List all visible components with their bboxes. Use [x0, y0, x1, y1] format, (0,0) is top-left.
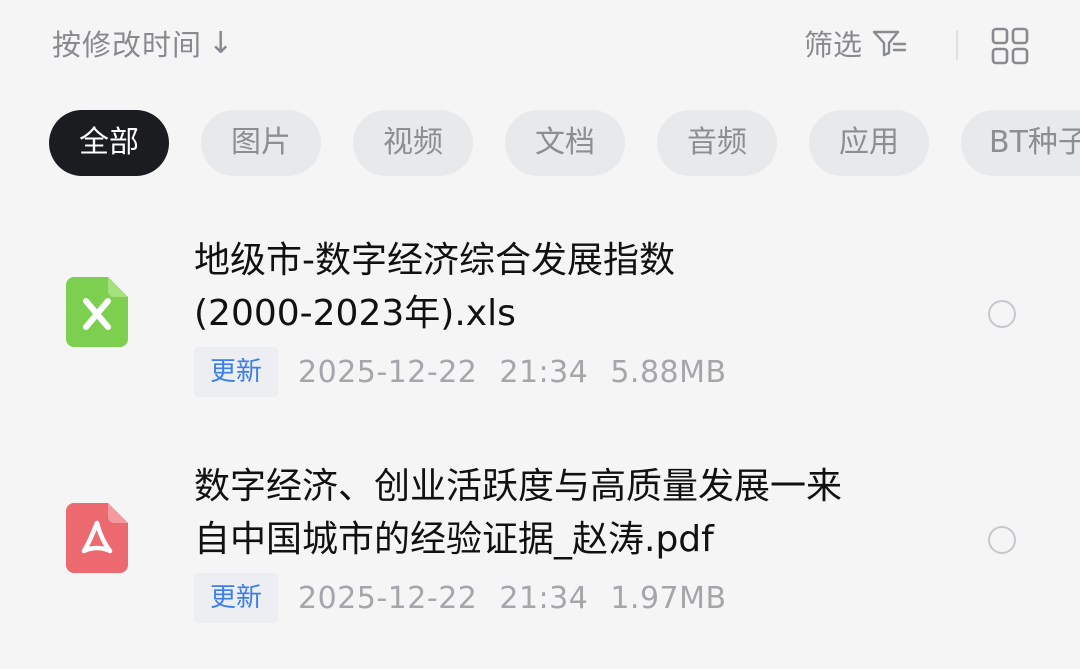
grid-view-button[interactable] — [990, 26, 1030, 66]
excel-file-icon — [66, 277, 128, 347]
tab-documents[interactable]: 文档 — [505, 110, 625, 176]
filter-icon — [872, 30, 907, 57]
file-name-line1: 地级市-数字经济综合发展指数 — [194, 240, 675, 281]
tab-audio[interactable]: 音频 — [657, 110, 777, 176]
select-radio[interactable] — [988, 526, 1016, 554]
file-meta: 更新 2025-12-22 21:34 1.97MB — [194, 573, 727, 623]
file-list-item[interactable]: 数字经济、创业活跃度与高质量发展一来 自中国城市的经验证据_赵涛.pdf 更新 … — [0, 446, 1080, 646]
file-list-item[interactable]: 地级市-数字经济综合发展指数 (2000-2023年).xls 更新 2025-… — [0, 220, 1080, 420]
tab-images[interactable]: 图片 — [201, 110, 321, 176]
update-badge: 更新 — [194, 573, 279, 623]
file-time: 21:34 — [499, 580, 589, 616]
tab-all[interactable]: 全部 — [49, 110, 169, 176]
file-date: 2025-12-22 — [298, 354, 478, 390]
tab-apps[interactable]: 应用 — [809, 110, 929, 176]
filter-label: 筛选 — [804, 28, 863, 62]
tab-videos[interactable]: 视频 — [353, 110, 473, 176]
filter-button[interactable]: 筛选 — [804, 22, 908, 64]
sort-down-arrow-icon: ↓ — [208, 25, 235, 61]
category-tabs: 全部 图片 视频 文档 音频 应用 BT种子 — [49, 110, 1080, 176]
top-bar: 按修改时间 ↓ 筛选 — [0, 0, 1080, 92]
file-meta: 更新 2025-12-22 21:34 5.88MB — [194, 347, 727, 397]
file-size: 1.97MB — [610, 580, 727, 616]
tab-bt-torrents[interactable]: BT种子 — [961, 110, 1080, 176]
file-name: 数字经济、创业活跃度与高质量发展一来 自中国城市的经验证据_赵涛.pdf — [194, 460, 934, 566]
file-name-line2: 自中国城市的经验证据_赵涛.pdf — [194, 519, 714, 560]
select-radio[interactable] — [988, 300, 1016, 328]
header-divider — [956, 30, 958, 60]
file-time: 21:34 — [499, 354, 589, 390]
pdf-file-icon — [66, 503, 128, 573]
file-name-line2: (2000-2023年).xls — [194, 293, 516, 334]
file-date: 2025-12-22 — [298, 580, 478, 616]
grid-view-icon — [991, 27, 1029, 65]
file-name-line1: 数字经济、创业活跃度与高质量发展一来 — [194, 466, 843, 507]
file-size: 5.88MB — [610, 354, 727, 390]
file-name: 地级市-数字经济综合发展指数 (2000-2023年).xls — [194, 234, 934, 340]
sort-label: 按修改时间 — [52, 28, 203, 62]
sort-by-modified-button[interactable]: 按修改时间 ↓ — [52, 22, 234, 64]
update-badge: 更新 — [194, 347, 279, 397]
